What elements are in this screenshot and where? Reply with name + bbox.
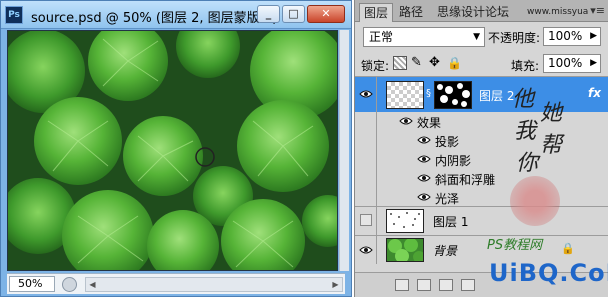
vertical-scrollbar[interactable] [339, 30, 349, 271]
visibility-cell [355, 169, 377, 188]
visibility-cell [355, 188, 377, 207]
layer-thumbnail[interactable] [386, 209, 424, 233]
effect-name: 投影 [435, 135, 460, 149]
visibility-toggle[interactable] [355, 77, 377, 112]
opacity-label: 不透明度: [488, 31, 541, 45]
add-mask-icon[interactable] [439, 279, 453, 291]
adjustment-layer-icon[interactable] [461, 279, 475, 291]
tab-forum[interactable]: 思缘设计论坛 [433, 3, 523, 22]
scroll-left-icon[interactable]: ◀ [86, 278, 99, 291]
layer-name[interactable]: 图层 1 [433, 213, 468, 230]
photoshop-app-icon: Ps [5, 6, 23, 24]
eye-icon[interactable] [417, 153, 431, 165]
lock-label: 锁定: [361, 59, 390, 73]
watermark-char: 她 [540, 101, 563, 126]
leaves-thumbnail [388, 238, 425, 263]
tab-site[interactable]: www.missyuan.com [523, 3, 589, 22]
watermark-char: 帮 [540, 133, 563, 158]
status-menu-icon[interactable] [62, 277, 77, 292]
opacity-value: 100% [548, 29, 583, 43]
visibility-toggle[interactable] [355, 236, 377, 264]
leaves-photo [8, 31, 337, 270]
panel-menu-icon[interactable]: ▾≡ [590, 4, 605, 17]
effect-row[interactable]: 投影 [355, 131, 608, 150]
visibility-cell [355, 150, 377, 169]
mask-pattern [437, 83, 470, 107]
image-canvas[interactable] [7, 30, 338, 271]
effect-row[interactable]: 光泽 [355, 188, 608, 207]
blend-mode-select[interactable]: 正常 ▼ [363, 27, 485, 47]
close-button[interactable]: ✕ [307, 5, 345, 23]
eye-icon[interactable] [417, 172, 431, 184]
tab-paths[interactable]: 路径 [395, 3, 427, 22]
effect-name: 内阴影 [435, 154, 472, 168]
fill-label: 填充: [511, 59, 540, 73]
layer-thumbnail[interactable] [386, 81, 424, 109]
fill-value: 100% [548, 56, 583, 70]
layer-thumbnail[interactable] [386, 238, 425, 263]
watermark-char: 他 [512, 87, 535, 112]
watermark-site-cn: PS教程网 [487, 238, 543, 253]
restore-button[interactable]: □ [282, 5, 305, 23]
lock-all-icon[interactable]: 🔒 [447, 56, 462, 70]
scroll-right-icon[interactable]: ▶ [329, 278, 342, 291]
lock-options: ✎ ✥ 🔒 [393, 56, 463, 71]
minimize-button[interactable]: _ [257, 5, 280, 23]
eye-icon [359, 90, 373, 98]
add-style-icon[interactable] [417, 279, 431, 291]
watermark-char: 你 [516, 151, 539, 176]
tab-layers[interactable]: 图层 [359, 3, 394, 22]
document-title: source.psd @ 50% (图层 2, 图层蒙版/8) * [31, 11, 288, 26]
hidden-visibility-box [360, 214, 372, 226]
watermark-char: 我 [514, 119, 537, 144]
link-layers-icon[interactable] [395, 279, 409, 291]
screen: Ps source.psd @ 50% (图层 2, 图层蒙版/8) * _ □… [0, 0, 608, 297]
link-chain-icon[interactable]: § [426, 88, 431, 99]
visibility-toggle[interactable] [355, 207, 377, 235]
fill-field[interactable]: 100% ▶ [543, 54, 601, 73]
panel-tabs: 图层 路径 思缘设计论坛 www.missyuan.com ▾≡ [355, 0, 608, 22]
eye-icon [359, 246, 373, 254]
eye-icon[interactable] [417, 134, 431, 146]
eye-icon[interactable] [417, 191, 431, 203]
layer-row-layer1[interactable]: 图层 1 [355, 207, 608, 235]
effects-title: 效果 [417, 116, 442, 130]
layer-mask-thumbnail[interactable] [434, 81, 472, 109]
effect-name: 斜面和浮雕 [435, 173, 496, 187]
visibility-cell [355, 112, 377, 131]
lock-pixels-icon[interactable]: ✎ [411, 56, 425, 70]
lock-position-icon[interactable]: ✥ [429, 56, 443, 70]
lock-transparency-icon[interactable] [393, 56, 407, 70]
eye-icon[interactable] [399, 115, 413, 127]
red-seal-stamp [510, 176, 560, 226]
fx-icon[interactable]: fx [588, 86, 601, 100]
visibility-cell [355, 131, 377, 150]
fill-dropdown-icon[interactable]: ▶ [590, 55, 597, 72]
layers-panel: 图层 路径 思缘设计论坛 www.missyuan.com ▾≡ 正常 ▼ 不透… [354, 0, 608, 297]
zoom-level-field[interactable]: 50% [9, 276, 55, 292]
document-status-bar: 50% ◀ ▶ [7, 273, 345, 294]
effect-name: 光泽 [435, 192, 460, 206]
layer-name[interactable]: 图层 2 [479, 87, 514, 104]
effect-row[interactable]: 斜面和浮雕 [355, 169, 608, 188]
layer-name[interactable]: 背景 [433, 242, 457, 259]
horizontal-scrollbar[interactable]: ◀ ▶ [85, 277, 343, 292]
document-window: Ps source.psd @ 50% (图层 2, 图层蒙版/8) * _ □… [0, 0, 352, 297]
layer-row-layer2[interactable]: § 图层 2 fx [355, 77, 608, 112]
effect-row[interactable]: 内阴影 [355, 150, 608, 169]
effects-row[interactable]: 效果 [355, 112, 608, 131]
document-title-bar[interactable]: Ps source.psd @ 50% (图层 2, 图层蒙版/8) * _ □… [1, 1, 351, 29]
lock-icon: 🔒 [561, 242, 575, 255]
watermark-site-logo: UiBQ.CoM [489, 259, 608, 287]
opacity-field[interactable]: 100% ▶ [543, 27, 601, 46]
chevron-down-icon: ▼ [473, 32, 480, 42]
opacity-dropdown-icon[interactable]: ▶ [590, 28, 597, 45]
blend-mode-value: 正常 [369, 30, 394, 44]
dots-pattern [390, 212, 420, 228]
